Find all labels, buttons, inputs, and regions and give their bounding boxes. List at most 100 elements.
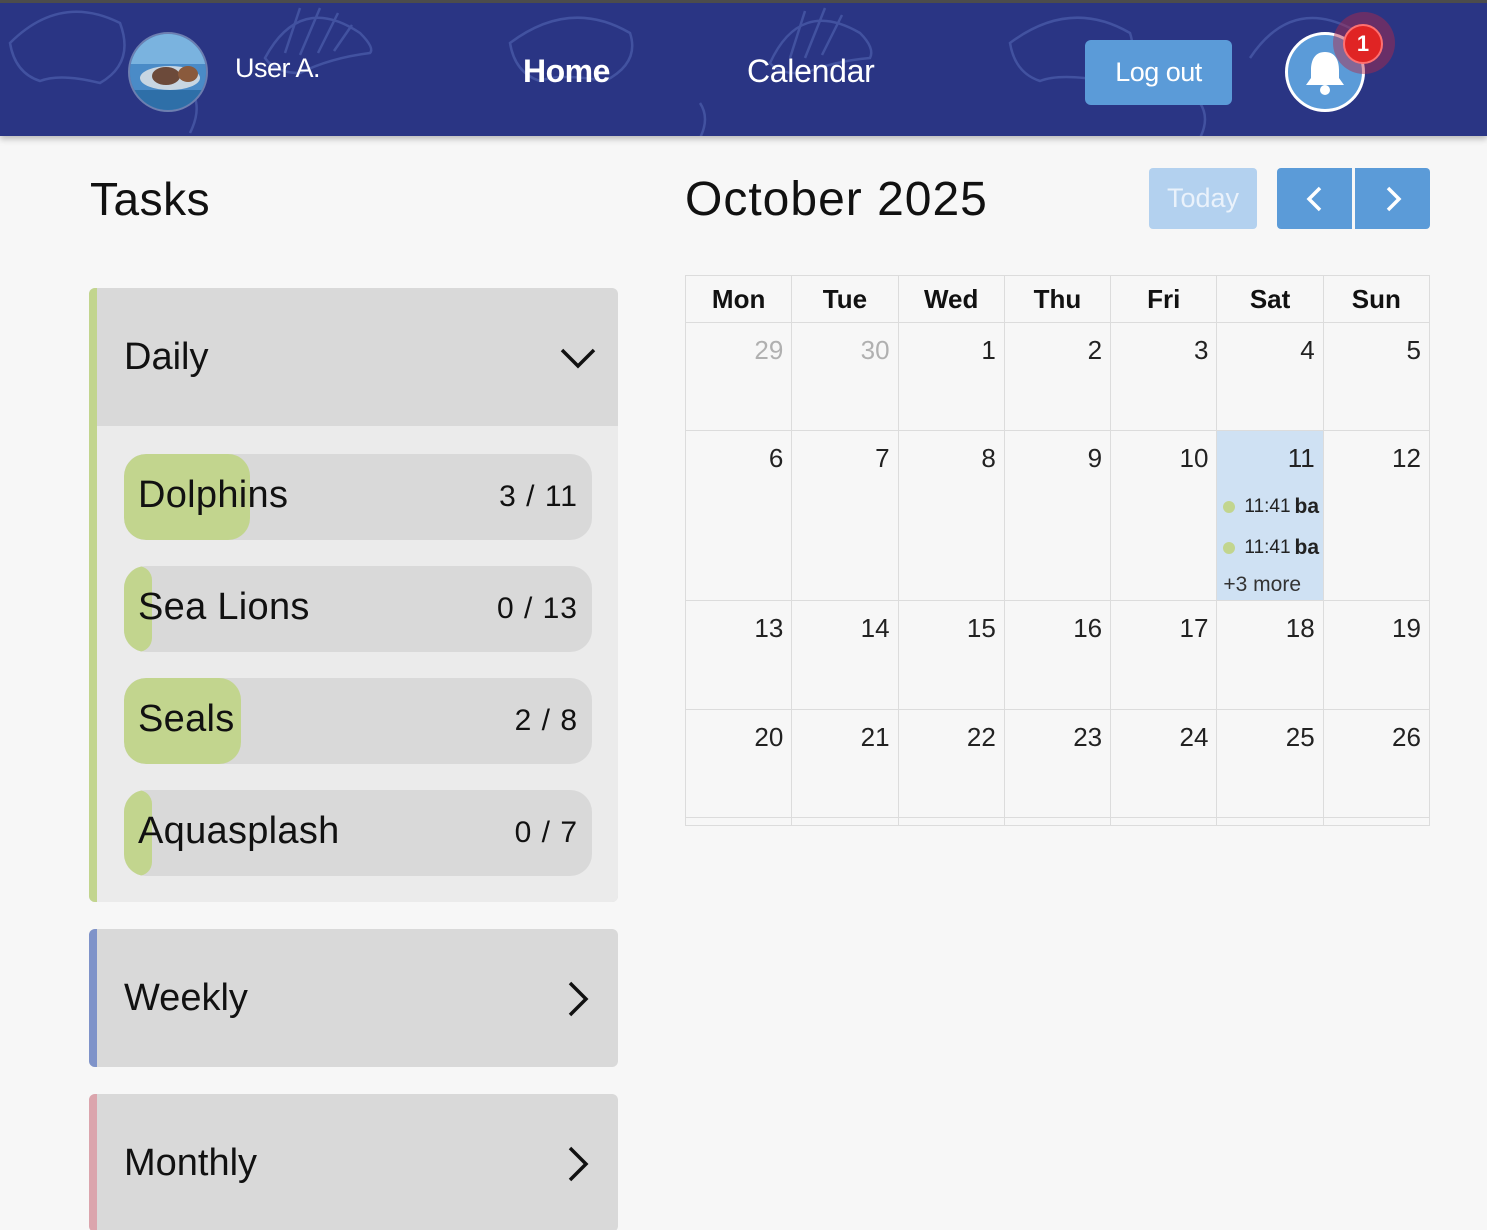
- day-number: 17: [1179, 613, 1209, 643]
- day-number: 5: [1406, 335, 1421, 365]
- today-button[interactable]: Today: [1149, 168, 1257, 229]
- weekday-header: Thu: [1005, 276, 1112, 322]
- chevron-left-icon: [1306, 186, 1321, 211]
- event-time: 11:41: [1244, 496, 1291, 517]
- calendar-day-cell[interactable]: 8: [899, 431, 1005, 600]
- logout-button[interactable]: Log out: [1085, 40, 1232, 105]
- calendar-day-cell[interactable]: 9: [1005, 431, 1112, 600]
- task-count: 2 / 8: [514, 704, 578, 737]
- task-group-daily-header[interactable]: Daily: [89, 288, 618, 426]
- event-title: ba: [1294, 536, 1320, 559]
- day-number: 21: [860, 722, 890, 752]
- nav-home-link[interactable]: Home: [523, 53, 610, 90]
- day-number: 1: [981, 335, 996, 365]
- group-label: Weekly: [124, 977, 248, 1019]
- task-group-monthly: Monthly: [89, 1094, 618, 1230]
- calendar-day-cell[interactable]: 17: [1111, 601, 1218, 709]
- chevron-down-icon: [560, 348, 596, 369]
- chevron-right-icon: [568, 981, 589, 1017]
- calendar-day-cell[interactable]: 18: [1217, 601, 1324, 709]
- day-number: 9: [1087, 443, 1103, 473]
- calendar-day-cell[interactable]: 29: [686, 323, 793, 430]
- calendar-day-cell[interactable]: 2: [1005, 323, 1112, 430]
- top-navigation-bar: User A. Home Calendar Log out: [0, 0, 1487, 136]
- task-group-weekly-header[interactable]: Weekly: [89, 929, 618, 1067]
- calendar-week-row: 6 7 8 9 10 11 11:41 ba 11:41 ba +3 more 12: [686, 431, 1429, 601]
- calendar-event[interactable]: 11:41 ba: [1223, 536, 1322, 562]
- event-dot: [1223, 542, 1236, 554]
- day-number: 12: [1392, 443, 1421, 473]
- calendar-day-cell: [1005, 818, 1112, 825]
- next-month-button[interactable]: [1355, 168, 1430, 229]
- calendar-day-cell-today[interactable]: 11 11:41 ba 11:41 ba +3 more: [1217, 431, 1324, 600]
- day-number: 13: [754, 613, 784, 643]
- calendar-day-cell[interactable]: 12: [1324, 431, 1429, 600]
- day-number: 10: [1179, 443, 1209, 473]
- task-item[interactable]: Seals 2 / 8: [124, 678, 592, 764]
- calendar-day-cell: [1111, 818, 1218, 825]
- calendar-day-cell[interactable]: 13: [686, 601, 793, 709]
- calendar-day-cell[interactable]: 14: [792, 601, 899, 709]
- task-name: Seals: [138, 698, 235, 740]
- calendar-grid: Mon Tue Wed Thu Fri Sat Sun 29 30 1 2 3 …: [685, 275, 1430, 826]
- calendar-day-cell[interactable]: 23: [1005, 710, 1112, 817]
- day-number: 15: [966, 613, 996, 643]
- task-name: Aquasplash: [138, 810, 340, 852]
- task-item[interactable]: Sea Lions 0 / 13: [124, 566, 592, 652]
- task-group-daily-body: Dolphins 3 / 11 Sea Lions 0 / 13 Seals 2…: [97, 426, 618, 902]
- calendar-day-cell[interactable]: 24: [1111, 710, 1218, 817]
- more-events-link[interactable]: +3 more: [1223, 573, 1301, 597]
- calendar-day-cell[interactable]: 4: [1217, 323, 1324, 430]
- calendar-day-cell[interactable]: 26: [1324, 710, 1429, 817]
- weekday-header: Tue: [792, 276, 899, 322]
- day-number: 14: [860, 613, 890, 643]
- username: User A.: [235, 53, 321, 83]
- day-number: 2: [1087, 335, 1103, 365]
- day-number: 18: [1285, 613, 1315, 643]
- day-number: 6: [768, 443, 784, 473]
- calendar-day-cell[interactable]: 19: [1324, 601, 1429, 709]
- task-item[interactable]: Aquasplash 0 / 7: [124, 790, 592, 876]
- nav-calendar-link[interactable]: Calendar: [747, 53, 875, 90]
- task-group-daily: Daily Dolphins 3 / 11 Sea Lions 0 / 13 S…: [89, 288, 618, 902]
- group-label: Monthly: [124, 1142, 258, 1184]
- calendar-day-cell[interactable]: 22: [899, 710, 1005, 817]
- user-avatar[interactable]: [128, 32, 208, 112]
- calendar-day-cell[interactable]: 7: [792, 431, 899, 600]
- calendar-day-cell[interactable]: 3: [1111, 323, 1218, 430]
- seashell-pattern: [8, 7, 1363, 136]
- task-group-monthly-header[interactable]: Monthly: [89, 1094, 618, 1230]
- calendar-day-cell[interactable]: 1: [899, 323, 1005, 430]
- task-group-weekly: Weekly: [89, 929, 618, 1067]
- calendar-day-cell[interactable]: 6: [686, 431, 793, 600]
- calendar-day-cell[interactable]: 21: [792, 710, 899, 817]
- task-count: 3 / 11: [499, 480, 578, 513]
- calendar-day-cell[interactable]: 5: [1324, 323, 1429, 430]
- calendar-day-cell[interactable]: 10: [1111, 431, 1218, 600]
- calendar-day-cell: [899, 818, 1005, 825]
- previous-month-button[interactable]: [1277, 168, 1352, 229]
- calendar-event[interactable]: 11:41 ba: [1223, 495, 1322, 521]
- calendar-day-cell[interactable]: 15: [899, 601, 1005, 709]
- task-item[interactable]: Dolphins 3 / 11: [124, 454, 592, 540]
- day-number: 30: [860, 335, 890, 365]
- calendar-day-cell[interactable]: 30: [792, 323, 899, 430]
- day-number: 23: [1073, 722, 1103, 752]
- weekday-header: Sun: [1351, 284, 1401, 314]
- day-number: 22: [966, 722, 996, 752]
- day-number: 24: [1179, 722, 1209, 752]
- task-count: 0 / 7: [514, 816, 578, 849]
- day-number: 16: [1073, 613, 1103, 643]
- weekday-header: Wed: [899, 276, 1005, 322]
- calendar-day-cell[interactable]: 25: [1217, 710, 1324, 817]
- day-number: 3: [1193, 335, 1209, 365]
- day-number: 19: [1392, 613, 1421, 643]
- calendar-day-cell[interactable]: 16: [1005, 601, 1112, 709]
- weekday-header: Mon: [686, 276, 793, 322]
- event-title: ba: [1294, 495, 1320, 518]
- calendar-day-cell[interactable]: 20: [686, 710, 793, 817]
- day-number: 7: [875, 443, 890, 473]
- day-number: 11: [1287, 443, 1315, 473]
- day-number: 8: [981, 443, 996, 473]
- group-label: Daily: [124, 336, 209, 378]
